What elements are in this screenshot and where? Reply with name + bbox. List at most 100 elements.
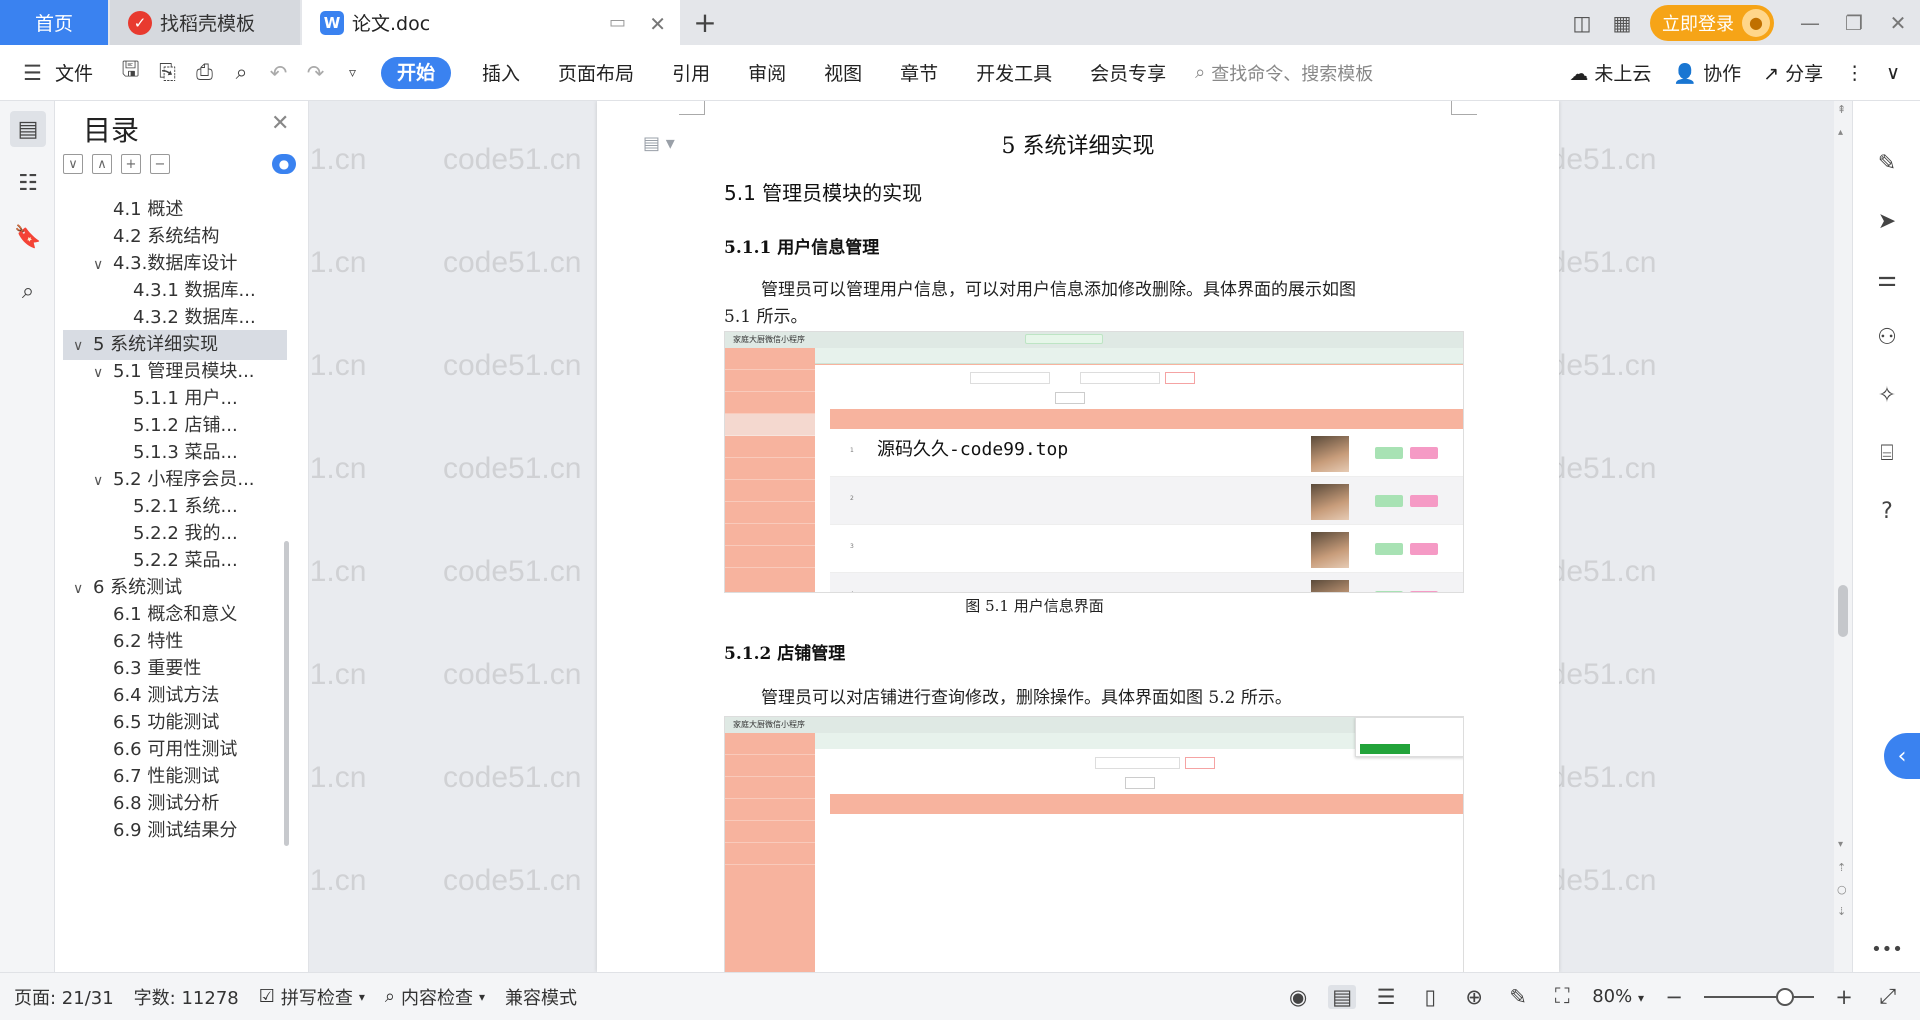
- prev-page-icon[interactable]: ⇡: [1837, 861, 1846, 874]
- outline-icon[interactable]: ▤: [10, 111, 46, 147]
- outline-view-icon[interactable]: ☰: [1372, 985, 1400, 1009]
- collapse-ribbon-icon[interactable]: ∨: [1886, 62, 1900, 84]
- outline-item[interactable]: 5.2.2 我的...: [63, 519, 287, 549]
- adjust-icon[interactable]: ⚌: [1871, 263, 1903, 295]
- zoom-level[interactable]: 80% ▾: [1592, 986, 1644, 1007]
- export-icon[interactable]: ⎘: [149, 60, 186, 85]
- zoom-slider-knob[interactable]: [1776, 987, 1794, 1006]
- help-icon[interactable]: ?: [1871, 495, 1903, 527]
- read-view-icon[interactable]: ▯: [1416, 985, 1444, 1009]
- outline-item[interactable]: 5.2.1 系统...: [63, 492, 287, 522]
- tab-document[interactable]: W 论文.doc ▭ ✕: [302, 0, 680, 45]
- collapse-up-icon[interactable]: ∧: [92, 154, 112, 174]
- outline-item[interactable]: 6.6 可用性测试: [63, 735, 287, 765]
- save-icon[interactable]: 🖫: [112, 55, 149, 90]
- fullscreen-icon[interactable]: ⤢: [1874, 984, 1902, 1009]
- outline-item[interactable]: 6.3 重要性: [63, 654, 287, 684]
- expand-arrow-icon[interactable]: ∨: [73, 574, 93, 603]
- outline-item[interactable]: ∨ 5.1 管理员模块...: [63, 357, 287, 387]
- close-outline-icon[interactable]: ✕: [271, 111, 289, 136]
- navigation-icon[interactable]: ☷: [10, 165, 46, 201]
- expand-all-icon[interactable]: +: [121, 154, 141, 174]
- assistant-icon[interactable]: ⚇: [1871, 321, 1903, 353]
- ribbon-tab-chapter[interactable]: 章节: [881, 59, 957, 86]
- reading-icon[interactable]: ⌸: [1871, 437, 1903, 469]
- print-icon[interactable]: ⎙: [186, 60, 223, 85]
- scroll-top-icon[interactable]: ⇞: [1837, 103, 1846, 116]
- more-tools-icon[interactable]: •••: [1871, 933, 1903, 965]
- print-preview-icon[interactable]: ⌕: [223, 60, 260, 85]
- menu-icon[interactable]: ☰: [14, 61, 51, 85]
- document-page[interactable]: ▤ ▾ 5 系统详细实现 5.1 管理员模块的实现 5.1.1 用户信息管理 管…: [597, 101, 1559, 972]
- collapse-down-icon[interactable]: ∨: [63, 154, 83, 174]
- fit-page-icon[interactable]: ⛶: [1548, 984, 1576, 1009]
- scroll-thumb[interactable]: [1838, 585, 1848, 637]
- collapse-all-icon[interactable]: −: [150, 154, 170, 174]
- pen-icon[interactable]: ✎: [1871, 147, 1903, 179]
- outline-item[interactable]: ∨ 4.3.数据库设计: [63, 249, 287, 279]
- tab-templates[interactable]: ✓ 找稻壳模板: [110, 0, 300, 45]
- cloud-status[interactable]: ☁ 未上云: [1569, 59, 1651, 86]
- ribbon-tab-developer[interactable]: 开发工具: [957, 59, 1071, 86]
- ribbon-tab-member[interactable]: 会员专享: [1071, 59, 1185, 86]
- bookmark-icon[interactable]: 🔖: [10, 219, 46, 255]
- zoom-slider[interactable]: [1704, 987, 1814, 1006]
- monitor-icon[interactable]: ▭: [609, 12, 626, 33]
- next-page-icon[interactable]: ⇣: [1837, 905, 1846, 918]
- outline-item[interactable]: 5.1.1 用户...: [63, 384, 287, 414]
- command-search[interactable]: ⌕ 查找命令、搜索模板: [1195, 60, 1373, 86]
- outline-item[interactable]: ∨ 6 系统测试: [63, 573, 287, 603]
- close-tab-icon[interactable]: ✕: [649, 12, 666, 36]
- outline-item[interactable]: 5.1.3 菜品...: [63, 438, 287, 468]
- scroll-up-icon[interactable]: ▴: [1838, 127, 1843, 138]
- tab-home[interactable]: 首页: [0, 0, 108, 45]
- outline-item[interactable]: 6.9 测试结果分: [63, 816, 287, 846]
- new-tab-button[interactable]: +: [688, 0, 722, 45]
- undo-icon[interactable]: ↶: [260, 61, 297, 85]
- collaborate-button[interactable]: 👤 协作: [1673, 59, 1741, 86]
- zoom-in-icon[interactable]: +: [1830, 985, 1858, 1009]
- apps-grid-icon[interactable]: ▦: [1602, 8, 1642, 38]
- outline-item[interactable]: ∨ 5 系统详细实现: [63, 330, 287, 360]
- ribbon-tab-insert[interactable]: 插入: [463, 59, 539, 86]
- file-menu[interactable]: 文件: [51, 59, 112, 86]
- outline-item[interactable]: ∨ 5.2 小程序会员...: [63, 465, 287, 495]
- outline-item[interactable]: 6.8 测试分析: [63, 789, 287, 819]
- outline-item[interactable]: 4.1 概述: [63, 195, 287, 225]
- quick-access-dropdown-icon[interactable]: ▿: [334, 65, 371, 81]
- eye-protection-icon[interactable]: ◉: [1284, 985, 1312, 1009]
- find-icon[interactable]: ⌕: [10, 273, 46, 309]
- outline-item[interactable]: 6.4 测试方法: [63, 681, 287, 711]
- outline-item[interactable]: 4.3.1 数据库...: [63, 276, 287, 306]
- outline-item[interactable]: 6.7 性能测试: [63, 762, 287, 792]
- share-button[interactable]: ↗ 分享: [1763, 59, 1823, 86]
- outline-item[interactable]: 6.2 特性: [63, 627, 287, 657]
- select-page-icon[interactable]: ○: [1837, 883, 1847, 896]
- outline-item[interactable]: 6.5 功能测试: [63, 708, 287, 738]
- zoom-out-icon[interactable]: −: [1660, 985, 1688, 1009]
- outline-item[interactable]: 5.2.2 菜品...: [63, 546, 287, 576]
- layout-icon[interactable]: ◫: [1562, 8, 1602, 38]
- expand-arrow-icon[interactable]: ∨: [73, 331, 93, 360]
- ribbon-tab-references[interactable]: 引用: [653, 59, 729, 86]
- minimize-icon[interactable]: —: [1788, 11, 1832, 35]
- redo-icon[interactable]: ↷: [297, 61, 334, 85]
- select-cursor-icon[interactable]: ➤: [1871, 205, 1903, 237]
- content-check-button[interactable]: ⌕ 内容检查 ▾: [375, 984, 495, 1010]
- expand-arrow-icon[interactable]: ∨: [93, 250, 113, 279]
- page-view-icon[interactable]: ▤: [1328, 984, 1357, 1009]
- login-button[interactable]: 立即登录 ●: [1650, 4, 1774, 41]
- spark-icon[interactable]: ✧: [1871, 379, 1903, 411]
- ribbon-tab-view[interactable]: 视图: [805, 59, 881, 86]
- expand-arrow-icon[interactable]: ∨: [93, 466, 113, 495]
- write-mode-icon[interactable]: ✎: [1504, 985, 1532, 1009]
- outline-item[interactable]: 6.1 概念和意义: [63, 600, 287, 630]
- more-icon[interactable]: ⋮: [1845, 62, 1864, 84]
- ribbon-tab-start[interactable]: 开始: [381, 56, 452, 89]
- outline-toggle-icon[interactable]: ●: [272, 154, 296, 174]
- outline-item[interactable]: 4.2 系统结构: [63, 222, 287, 252]
- spell-check-button[interactable]: ☑ 拼写检查 ▾: [249, 984, 375, 1010]
- document-scrollbar[interactable]: ⇞ ▴ ▾ ⇡ ○ ⇣: [1834, 101, 1852, 972]
- scroll-down-icon[interactable]: ▾: [1838, 839, 1843, 850]
- expand-arrow-icon[interactable]: ∨: [93, 358, 113, 387]
